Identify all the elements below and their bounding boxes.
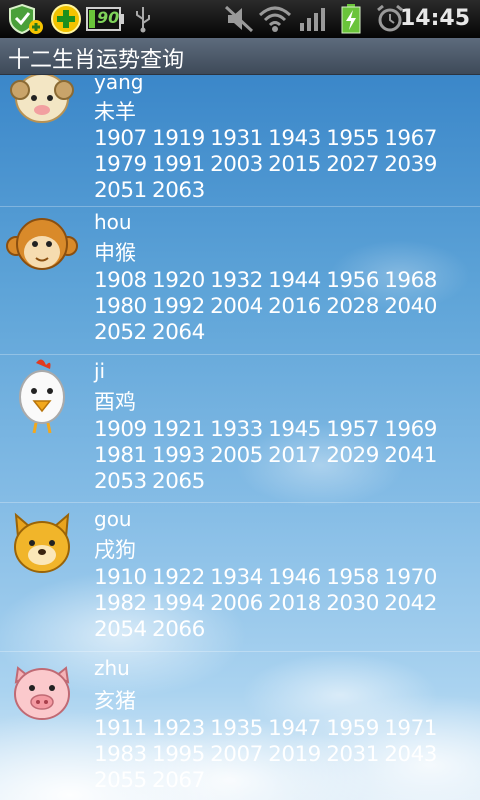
status-bar: 90 14:45 [0,0,480,38]
rooster-icon [19,359,65,434]
zodiac-years: 1907 1919 1931 1943 1955 1967 1979 1991 … [94,126,437,203]
zodiac-name: 申猴 [94,241,136,265]
zodiac-years: 1909 1921 1933 1945 1957 1969 1981 1993 … [94,417,437,494]
zodiac-name: 亥猪 [94,689,136,713]
pig-icon [14,666,70,720]
signal-icon [300,8,325,31]
list-item-monkey[interactable]: hou 申猴 1908 1920 1932 1944 1956 1968 198… [0,206,480,355]
zodiac-pinyin: yang [94,75,144,94]
zodiac-years: 1910 1922 1934 1946 1958 1970 1982 1994 … [94,565,437,642]
page-title: 十二生肖运势查询 [8,48,185,73]
zodiac-name: 戌狗 [94,538,136,562]
title-bar: 十二生肖运势查询 [0,38,480,75]
monkey-icon [6,218,78,270]
goat-icon [10,75,74,123]
list-item-pig[interactable]: zhu 亥猪 1911 1923 1935 1947 1959 1971 198… [0,652,480,800]
list-item-rooster[interactable]: ji 酉鸡 1909 1921 1933 1945 1957 1969 1981… [0,355,480,503]
zodiac-years: 1911 1923 1935 1947 1959 1971 1983 1995 … [94,716,437,793]
security-shield-icon[interactable] [8,3,44,35]
wifi-icon [258,6,292,32]
zodiac-name: 酉鸡 [94,390,136,414]
clock-time: 14:45 [399,6,470,31]
zodiac-name: 未羊 [94,100,136,124]
mute-icon [224,5,254,33]
zodiac-list[interactable]: yang 未羊 1907 1919 1931 1943 1955 1967 19… [0,75,480,800]
zodiac-pinyin: zhu [94,656,130,680]
zodiac-years: 1908 1920 1932 1944 1956 1968 1980 1992 … [94,268,437,345]
list-item-goat[interactable]: yang 未羊 1907 1919 1931 1943 1955 1967 19… [0,75,480,207]
zodiac-pinyin: hou [94,210,132,234]
charging-battery-icon [341,4,361,34]
add-plus-icon[interactable] [50,3,82,35]
list-item-dog[interactable]: gou 戌狗 1910 1922 1934 1946 1958 1970 198… [0,503,480,652]
dog-icon [14,512,70,573]
battery-percent-text: 90 [97,8,120,27]
usb-icon [136,7,150,33]
zodiac-pinyin: ji [94,359,106,383]
zodiac-pinyin: gou [94,507,132,531]
